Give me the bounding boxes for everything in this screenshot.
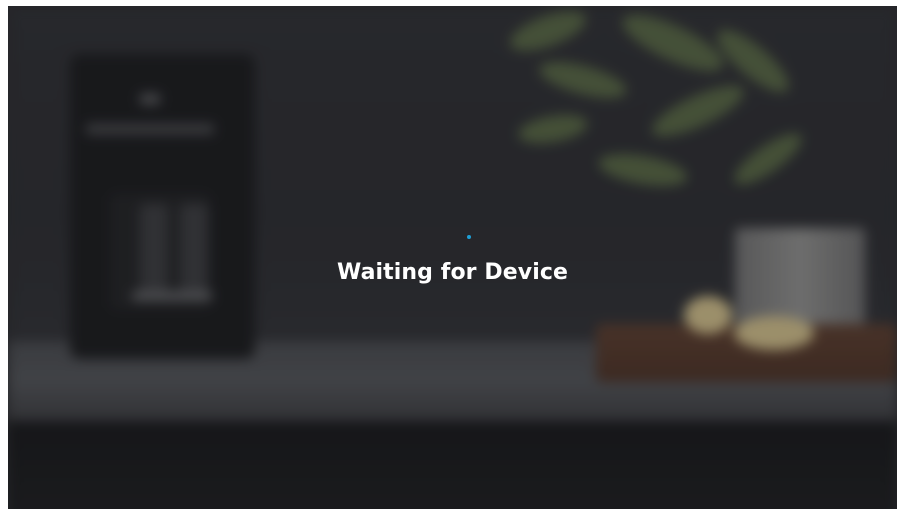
dim-overlay: [8, 6, 897, 509]
status-message: Waiting for Device: [336, 260, 569, 285]
loading-spinner-icon: [467, 235, 471, 239]
screen: Waiting for Device: [8, 6, 897, 509]
